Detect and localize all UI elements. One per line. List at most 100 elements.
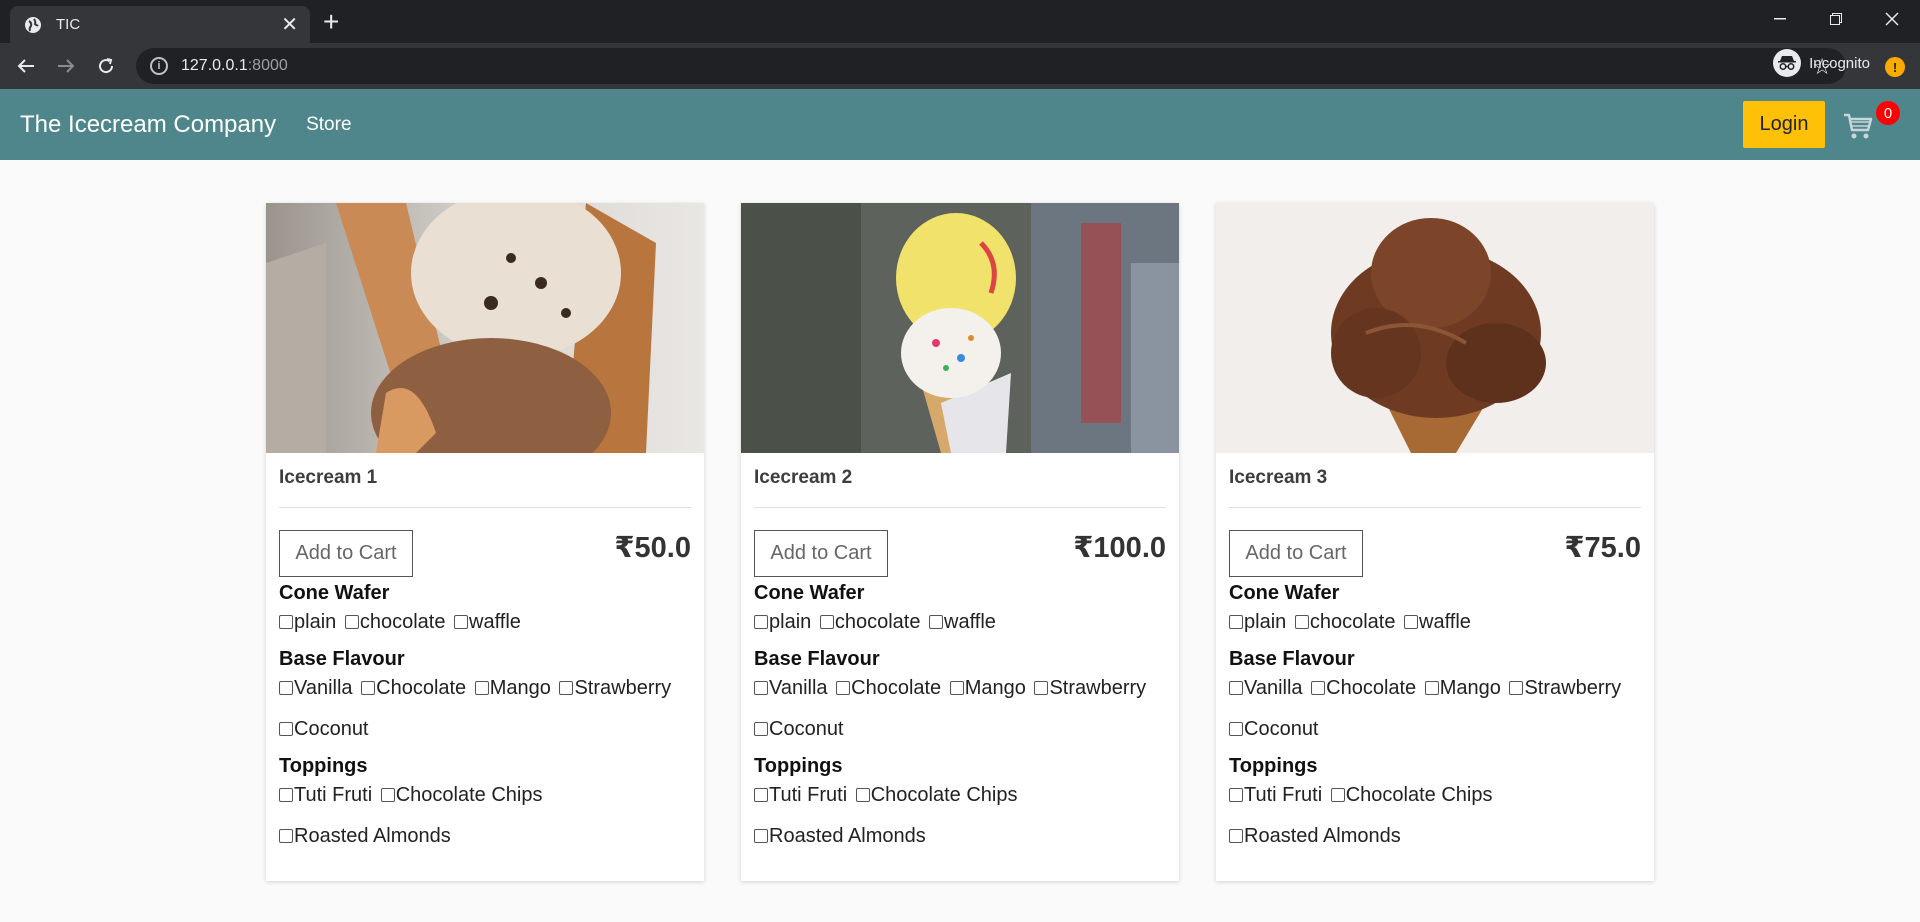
- minimize-icon[interactable]: [1752, 0, 1808, 38]
- base-option-vanilla[interactable]: Vanilla: [279, 675, 353, 701]
- topping-option-tuti-fruti[interactable]: Tuti Fruti: [754, 782, 847, 808]
- checkbox[interactable]: [454, 615, 469, 629]
- cart-icon[interactable]: [1843, 111, 1873, 141]
- checkbox[interactable]: [1229, 788, 1243, 802]
- product-image: [741, 203, 1179, 453]
- checkbox[interactable]: [361, 681, 376, 695]
- base-option-coconut[interactable]: Coconut: [279, 716, 369, 742]
- checkbox[interactable]: [855, 788, 870, 802]
- checkbox[interactable]: [1311, 681, 1326, 695]
- checkbox[interactable]: [1229, 722, 1243, 736]
- base-option-chocolate[interactable]: Chocolate: [361, 675, 466, 701]
- cone-option-waffle[interactable]: waffle: [1404, 609, 1471, 635]
- base-option-mango[interactable]: Mango: [949, 675, 1026, 701]
- browser-tab[interactable]: TIC ✕: [10, 6, 310, 43]
- brand-link[interactable]: The Icecream Company: [20, 111, 276, 139]
- checkbox[interactable]: [1229, 681, 1243, 695]
- cone-wafer-options: plain chocolate waffle: [279, 609, 691, 636]
- checkbox[interactable]: [1424, 681, 1439, 695]
- base-option-strawberry[interactable]: Strawberry: [1034, 675, 1146, 701]
- product-card: Icecream 1 Add to Cart ₹50.0 Cone Wafer …: [266, 203, 704, 881]
- new-tab-icon[interactable]: +: [323, 8, 339, 36]
- checkbox[interactable]: [279, 615, 293, 629]
- cone-option-waffle[interactable]: waffle: [929, 609, 996, 635]
- checkbox[interactable]: [1229, 829, 1243, 843]
- product-price: ₹100.0: [1073, 532, 1166, 564]
- checkbox[interactable]: [1294, 615, 1309, 629]
- nav-store-link[interactable]: Store: [306, 114, 351, 136]
- checkbox[interactable]: [1404, 615, 1419, 629]
- checkbox[interactable]: [279, 788, 293, 802]
- checkbox[interactable]: [754, 829, 768, 843]
- cone-wafer-options: plain chocolate waffle: [754, 609, 1166, 636]
- base-option-chocolate[interactable]: Chocolate: [836, 675, 941, 701]
- topping-option-tuti-fruti[interactable]: Tuti Fruti: [1229, 782, 1322, 808]
- reload-icon[interactable]: [86, 46, 126, 86]
- topping-option-chocolate-chips[interactable]: Chocolate Chips: [380, 782, 542, 808]
- base-option-mango[interactable]: Mango: [474, 675, 551, 701]
- cone-option-plain[interactable]: plain: [279, 609, 336, 635]
- checkbox[interactable]: [1229, 615, 1243, 629]
- incognito-profile[interactable]: Incognito: [1773, 49, 1870, 77]
- cone-option-chocolate[interactable]: chocolate: [344, 609, 445, 635]
- info-icon[interactable]: i: [150, 57, 168, 75]
- base-option-coconut[interactable]: Coconut: [754, 716, 844, 742]
- product-name: Icecream 1: [279, 453, 691, 508]
- checkbox[interactable]: [929, 615, 944, 629]
- checkbox[interactable]: [344, 615, 359, 629]
- site-navbar: The Icecream Company Store Login 0: [0, 89, 1920, 160]
- tab-title: TIC: [56, 16, 81, 33]
- cone-option-chocolate[interactable]: chocolate: [819, 609, 920, 635]
- restore-icon[interactable]: [1808, 0, 1864, 38]
- window-close-icon[interactable]: [1864, 0, 1920, 38]
- toppings-heading: Toppings: [279, 755, 368, 777]
- base-flavour-options: Vanilla Chocolate Mango Strawberry Cocon…: [1229, 675, 1641, 743]
- checkbox[interactable]: [949, 681, 964, 695]
- close-icon[interactable]: ✕: [281, 15, 298, 35]
- topping-option-roasted-almonds[interactable]: Roasted Almonds: [754, 823, 926, 849]
- profile-label: Incognito: [1809, 54, 1870, 72]
- add-to-cart-button[interactable]: Add to Cart: [754, 530, 888, 577]
- checkbox[interactable]: [1330, 788, 1345, 802]
- forward-icon[interactable]: [46, 46, 86, 86]
- base-option-strawberry[interactable]: Strawberry: [559, 675, 671, 701]
- checkbox[interactable]: [819, 615, 834, 629]
- checkbox[interactable]: [380, 788, 395, 802]
- base-option-vanilla[interactable]: Vanilla: [754, 675, 828, 701]
- checkbox[interactable]: [754, 681, 768, 695]
- toppings-heading: Toppings: [1229, 755, 1318, 777]
- topping-option-chocolate-chips[interactable]: Chocolate Chips: [855, 782, 1017, 808]
- base-option-vanilla[interactable]: Vanilla: [1229, 675, 1303, 701]
- cone-option-waffle[interactable]: waffle: [454, 609, 521, 635]
- checkbox[interactable]: [474, 681, 489, 695]
- checkbox[interactable]: [279, 722, 293, 736]
- topping-option-chocolate-chips[interactable]: Chocolate Chips: [1330, 782, 1492, 808]
- add-to-cart-button[interactable]: Add to Cart: [279, 530, 413, 577]
- checkbox[interactable]: [754, 615, 768, 629]
- update-menu-icon[interactable]: !: [1885, 57, 1905, 77]
- checkbox[interactable]: [559, 681, 574, 695]
- url-bar[interactable]: i 127.0.0.1:8000 ☆: [136, 48, 1846, 84]
- base-option-mango[interactable]: Mango: [1424, 675, 1501, 701]
- base-option-coconut[interactable]: Coconut: [1229, 716, 1319, 742]
- cone-option-plain[interactable]: plain: [754, 609, 811, 635]
- back-icon[interactable]: [6, 46, 46, 86]
- base-option-strawberry[interactable]: Strawberry: [1509, 675, 1621, 701]
- topping-option-roasted-almonds[interactable]: Roasted Almonds: [279, 823, 451, 849]
- checkbox[interactable]: [1034, 681, 1049, 695]
- add-to-cart-button[interactable]: Add to Cart: [1229, 530, 1363, 577]
- base-option-chocolate[interactable]: Chocolate: [1311, 675, 1416, 701]
- checkbox[interactable]: [754, 788, 768, 802]
- cone-option-chocolate[interactable]: chocolate: [1294, 609, 1395, 635]
- checkbox[interactable]: [836, 681, 851, 695]
- cone-option-plain[interactable]: plain: [1229, 609, 1286, 635]
- cone-wafer-heading: Cone Wafer: [279, 582, 390, 604]
- topping-option-roasted-almonds[interactable]: Roasted Almonds: [1229, 823, 1401, 849]
- incognito-icon: [1773, 49, 1802, 77]
- checkbox[interactable]: [1509, 681, 1524, 695]
- checkbox[interactable]: [279, 681, 293, 695]
- login-button[interactable]: Login: [1743, 101, 1825, 148]
- checkbox[interactable]: [754, 722, 768, 736]
- checkbox[interactable]: [279, 829, 293, 843]
- topping-option-tuti-fruti[interactable]: Tuti Fruti: [279, 782, 372, 808]
